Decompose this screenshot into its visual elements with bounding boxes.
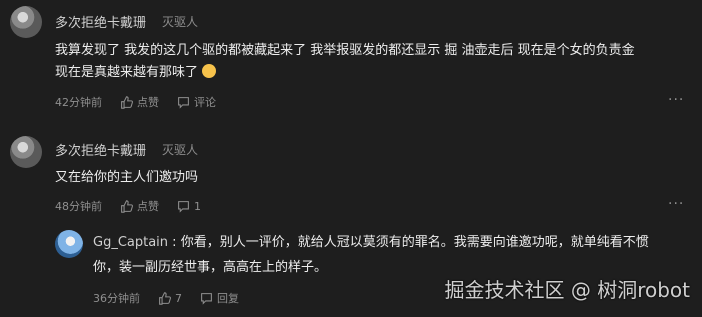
comment-meta: 42分钟前 点赞 评论 [55, 94, 216, 110]
reply-author[interactable]: Gg_Captain [93, 235, 168, 250]
comment-bubble-icon [200, 292, 213, 305]
comment-item: 多次拒绝卡戴珊 灭驱人 我算发现了 我发的这几个驱的都被藏起来了 我举报驱发的都… [0, 0, 702, 120]
comment-bubble-icon [177, 96, 190, 109]
thumbs-up-icon [158, 291, 171, 305]
like-label: 点赞 [137, 200, 159, 213]
comment-button[interactable]: 1 [177, 200, 201, 213]
like-label: 点赞 [137, 96, 159, 109]
reply-text-line2: 你，装一副历经世事，高高在上的样子。 [93, 260, 328, 275]
reply-text: : 你看，别人一评价，就给人冠以莫须有的罪名。我需要向谁邀功呢，就单纯看不惯 [168, 235, 649, 250]
author-name[interactable]: 多次拒绝卡戴珊 [55, 140, 146, 159]
reply-button[interactable]: 回复 [200, 290, 239, 306]
more-dots-icon[interactable]: ··· [668, 196, 684, 212]
watermark: 掘金技术社区 @ 树洞robot [444, 278, 690, 302]
comment-text-line: 又在给你的主人们邀功吗 [55, 170, 199, 185]
avatar[interactable] [55, 230, 83, 258]
like-button[interactable]: 点赞 [120, 94, 159, 110]
like-count: 7 [175, 291, 182, 305]
reply-label: 回复 [217, 292, 239, 305]
like-button[interactable]: 点赞 [120, 198, 159, 214]
reply-meta: 36分钟前 7 回复 [93, 290, 239, 306]
comment-label: 评论 [194, 96, 216, 109]
more-dots-icon[interactable]: ··· [668, 92, 684, 108]
like-button[interactable]: 7 [158, 292, 182, 305]
comment-meta: 48分钟前 点赞 1 [55, 198, 201, 214]
reply-text-line: Gg_Captain : 你看，别人一评价，就给人冠以莫须有的罪名。我需要向谁邀… [93, 232, 649, 254]
comment-item: 多次拒绝卡戴珊 灭驱人 又在给你的主人们邀功吗 48分钟前 点赞 1 ··· [0, 130, 702, 220]
avatar[interactable] [10, 6, 42, 38]
avatar[interactable] [10, 136, 42, 168]
author-name[interactable]: 多次拒绝卡戴珊 [55, 12, 146, 31]
thumbs-up-icon [120, 95, 133, 109]
comment-bubble-icon [177, 200, 190, 213]
author-badge: 灭驱人 [162, 15, 199, 29]
comment-text-line2: 现在是真越来越有那味了 [55, 65, 199, 80]
thumbs-up-icon [120, 199, 133, 213]
comment-text-line: 现在是真越来越有那味了 [55, 62, 217, 84]
timestamp: 42分钟前 [55, 96, 102, 109]
reply-count: 1 [194, 199, 201, 213]
smiling-cat-emoji-icon [202, 64, 217, 78]
author-badge: 灭驱人 [162, 143, 199, 157]
comment-button[interactable]: 评论 [177, 94, 216, 110]
comment-text-line: 我算发现了 我发的这几个驱的都被藏起来了 我举报驱发的都还显示 掘 油壶走后 现… [55, 43, 635, 58]
timestamp: 48分钟前 [55, 200, 102, 213]
timestamp: 36分钟前 [93, 292, 140, 305]
